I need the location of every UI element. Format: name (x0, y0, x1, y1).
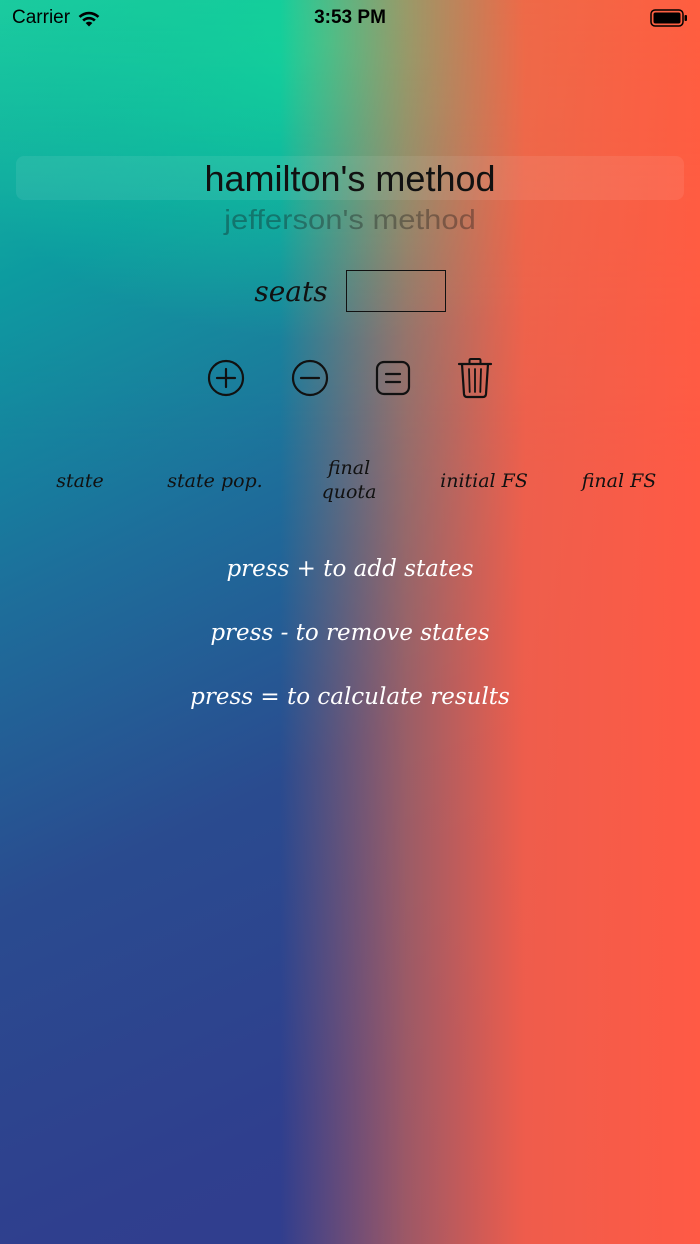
column-header-initial-fs: initial FS (440, 470, 528, 492)
column-header-final-fs: final FS (581, 470, 657, 492)
column-header-final-quota: final quota (321, 457, 377, 503)
equals-square-icon (375, 360, 411, 396)
action-toolbar (0, 356, 700, 400)
table-header: state state pop. final quota initial FS … (0, 456, 700, 510)
instruction-calculate: press = to calculate results (190, 684, 510, 710)
instruction-remove: press - to remove states (210, 620, 490, 646)
battery-icon (650, 9, 687, 27)
seats-row: seats (0, 270, 700, 312)
status-time: 3:53 PM (314, 7, 386, 28)
delete-all-button[interactable] (453, 356, 497, 400)
status-bar: Carrier 3:53 PM (0, 0, 700, 40)
column-header-state-pop: state pop. (167, 470, 263, 492)
column-header-state: state (56, 470, 104, 492)
seats-input[interactable] (345, 270, 446, 312)
add-state-button[interactable] (204, 356, 248, 400)
instruction-add: press + to add states (226, 556, 474, 582)
seats-label: seats (254, 274, 328, 308)
minus-circle-icon (291, 359, 329, 397)
method-picker[interactable]: hamilton's method jefferson's method (16, 148, 684, 244)
picker-option-next[interactable]: jefferson's method (16, 204, 684, 236)
remove-state-button[interactable] (288, 356, 332, 400)
plus-circle-icon (207, 359, 245, 397)
trash-icon (457, 358, 493, 399)
picker-option-selected[interactable]: hamilton's method (16, 158, 684, 200)
calculate-button[interactable] (371, 356, 415, 400)
